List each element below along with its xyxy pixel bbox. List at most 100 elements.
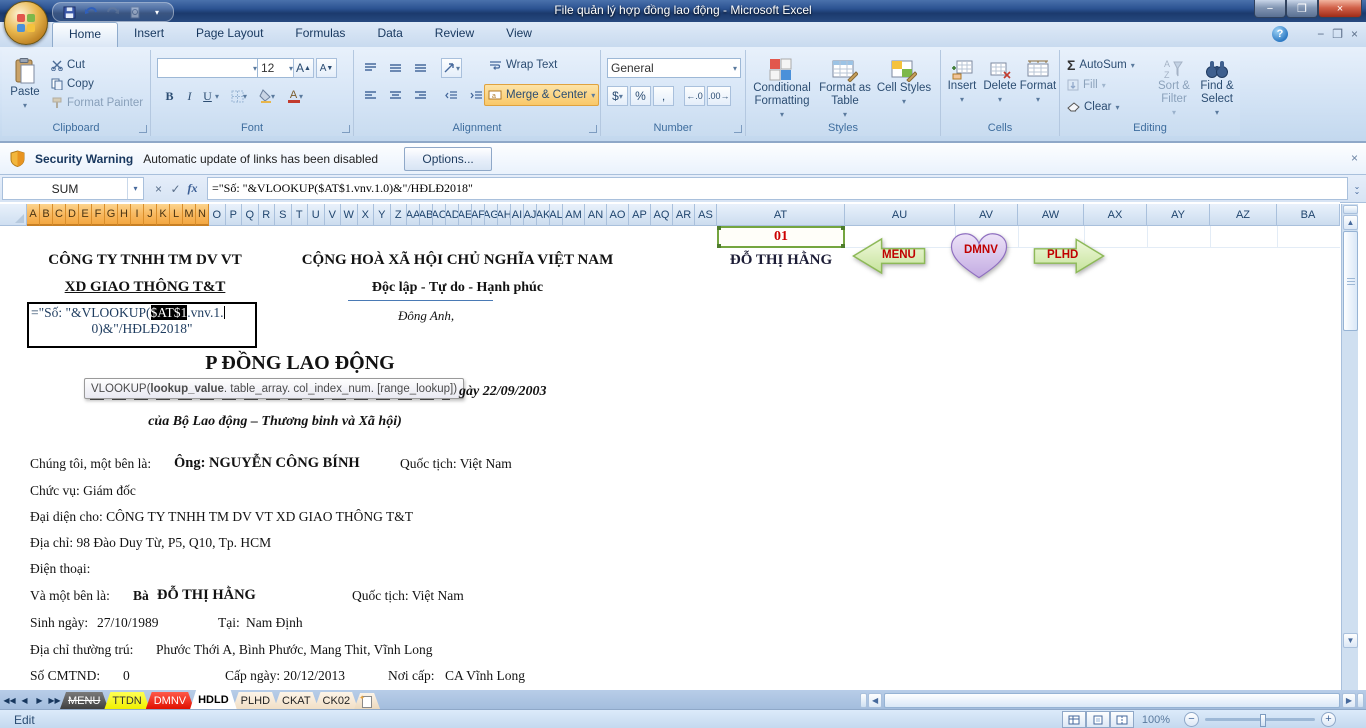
cell-employee-name-header[interactable]: ĐỖ THỊ HẰNG [717,252,845,269]
column-header-V[interactable]: V [324,204,341,226]
first-sheet-icon[interactable]: ◀◀ [3,694,16,707]
vertical-scrollbar[interactable]: ▲ ▼ [1341,204,1358,690]
column-header-AR[interactable]: AR [673,204,695,226]
align-center-icon[interactable] [385,86,406,106]
sheet-tab-menu[interactable]: MENU [60,692,108,709]
zoom-handle[interactable] [1260,714,1266,727]
last-sheet-icon[interactable]: ▶▶ [48,694,61,707]
column-header-U[interactable]: U [308,204,325,226]
delete-cells-button[interactable]: Delete ▾ [981,56,1019,106]
column-header-AF[interactable]: AF [472,204,485,226]
cell-representing[interactable]: Đại diện cho: CÔNG TY TNHH TM DV VT XD G… [30,509,413,525]
cell-pob-value[interactable]: Nam Định [246,615,303,631]
ribbon-tab-review[interactable]: Review [419,22,490,47]
ribbon-tab-view[interactable]: View [490,22,548,47]
column-header-AP[interactable]: AP [629,204,651,226]
vertical-scroll-thumb[interactable] [1343,231,1358,331]
cell-phone[interactable]: Điện thoại: [30,561,90,577]
workbook-minimize-icon[interactable]: − [1317,27,1324,41]
cell-decree-date-fragment[interactable]: gày 22/09/2003 [459,384,547,400]
zoom-track[interactable] [1205,714,1315,727]
column-header-C[interactable]: C [53,204,66,226]
grow-font-button[interactable]: A ▲ [293,58,314,78]
cell-party-b-name[interactable]: ĐỖ THỊ HẰNG [157,587,256,604]
workbook-restore-icon[interactable]: ❐ [1332,27,1343,41]
close-button[interactable]: × [1318,0,1362,18]
delete-cells-dropdown-icon[interactable]: ▾ [998,93,1002,106]
column-header-D[interactable]: D [66,204,79,226]
column-header-Z[interactable]: Z [390,204,407,226]
fill-button[interactable]: Fill ▾ [1064,78,1109,92]
alignment-dialog-launcher-icon[interactable] [589,125,597,133]
wrap-text-button[interactable]: Wrap Text [486,58,560,72]
redo-icon[interactable] [105,5,121,19]
column-header-AK[interactable]: AK [537,204,550,226]
office-button[interactable] [4,1,48,45]
sheet-tab-ttdn[interactable]: TTDN [104,692,149,709]
plhd-arrow-shape[interactable]: PLHD [1033,236,1105,276]
column-header-M[interactable]: M [183,204,196,226]
cell-dong-anh[interactable]: Đông Anh, [398,308,454,324]
sheet-tab-dmnv[interactable]: DMNV [146,692,194,709]
column-header-AO[interactable]: AO [607,204,629,226]
cell-dob-label[interactable]: Sinh ngày: [30,615,88,631]
insert-function-icon[interactable]: fx [184,179,201,198]
next-sheet-icon[interactable]: ▶ [33,694,46,707]
column-header-AU[interactable]: AU [845,204,955,226]
column-header-AX[interactable]: AX [1084,204,1147,226]
decrease-decimal-button[interactable]: .00→ [707,86,731,106]
column-header-AS[interactable]: AS [695,204,717,226]
minimize-button[interactable]: − [1254,0,1286,18]
number-format-combo[interactable]: General ▾ [607,58,741,78]
save-icon[interactable] [61,5,77,19]
cell-decree-issuer[interactable]: của Bộ Lao động – Thương binh và Xã hội) [60,414,490,430]
conditional-formatting-button[interactable]: Conditional Formatting ▾ [750,54,814,121]
align-left-icon[interactable] [360,86,381,106]
paste-button[interactable]: Paste ▾ [6,54,44,124]
column-header-K[interactable]: K [157,204,170,226]
ribbon-tab-insert[interactable]: Insert [118,22,180,47]
column-header-AV[interactable]: AV [955,204,1018,226]
column-header-AI[interactable]: AI [511,204,524,226]
format-cells-button[interactable]: Format ▾ [1019,56,1057,106]
cell-company-address[interactable]: Địa chỉ: 98 Đào Duy Từ, P5, Q10, Tp. HCM [30,535,271,551]
cell-party-b-nationality[interactable]: Quốc tịch: Việt Nam [352,588,464,604]
fill-color-dropdown-icon[interactable]: ▾ [271,92,275,101]
scroll-down-icon[interactable]: ▼ [1343,633,1358,648]
cell-position[interactable]: Chức vụ: Giám đốc [30,483,136,499]
column-header-H[interactable]: H [118,204,131,226]
column-header-P[interactable]: P [225,204,242,226]
align-middle-icon[interactable] [385,58,406,78]
menu-arrow-shape[interactable]: MENU [850,236,928,276]
workbook-close-icon[interactable]: × [1351,27,1358,41]
ribbon-tab-home[interactable]: Home [52,22,119,47]
ribbon-tab-formulas[interactable]: Formulas [279,22,361,47]
cell-styles-dropdown-icon[interactable]: ▾ [902,95,906,108]
name-box-dropdown-icon[interactable]: ▾ [127,178,143,199]
find-select-button[interactable]: Find & Select ▾ [1196,54,1238,119]
cell-pob-label[interactable]: Tại: [218,615,240,631]
enter-formula-icon[interactable]: ✓ [167,179,184,198]
number-dialog-launcher-icon[interactable] [734,125,742,133]
column-header-AZ[interactable]: AZ [1210,204,1277,226]
page-layout-view-icon[interactable] [1086,711,1110,728]
restore-button[interactable]: ❐ [1286,0,1318,18]
ribbon-tab-data[interactable]: Data [361,22,418,47]
column-header-AC[interactable]: AC [433,204,446,226]
zoom-in-icon[interactable]: + [1321,712,1336,727]
format-as-table-button[interactable]: Format as Table ▾ [816,54,874,121]
column-header-Q[interactable]: Q [242,204,259,226]
cell-contract-title[interactable]: P ĐỒNG LAO ĐỘNG [100,352,500,375]
ribbon-tab-page-layout[interactable]: Page Layout [180,22,279,47]
orientation-button[interactable]: ▾ [441,58,462,78]
comma-button[interactable]: , [653,86,674,106]
column-header-R[interactable]: R [258,204,275,226]
print-preview-icon[interactable] [127,5,143,19]
scroll-up-icon[interactable]: ▲ [1343,215,1358,230]
cell-party-b-title[interactable]: Bà [133,588,149,604]
page-break-view-icon[interactable] [1110,711,1134,728]
undo-icon[interactable] [83,5,99,19]
column-header-N[interactable]: N [196,204,209,226]
column-header-Y[interactable]: Y [374,204,391,226]
column-header-AN[interactable]: AN [585,204,607,226]
